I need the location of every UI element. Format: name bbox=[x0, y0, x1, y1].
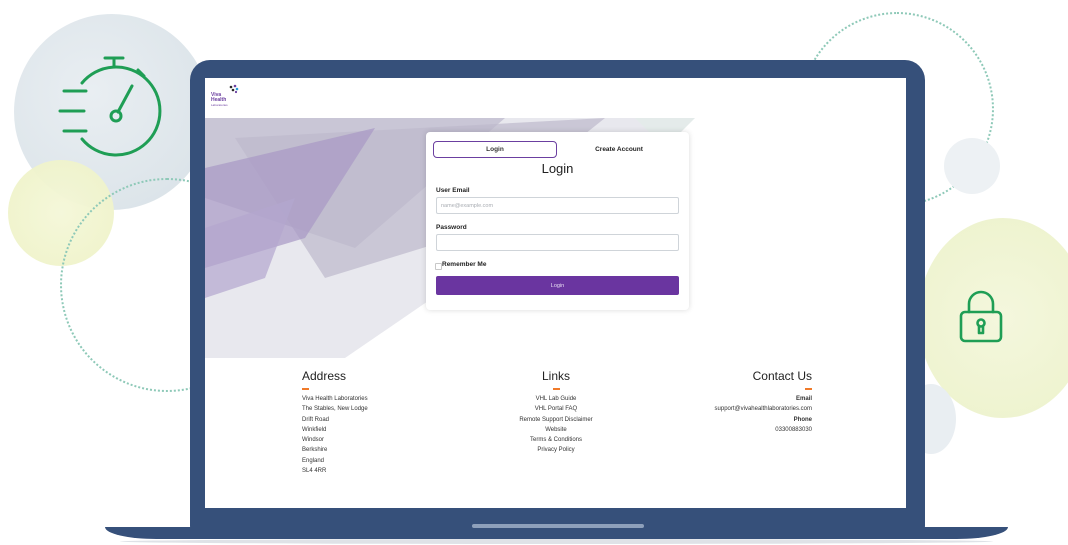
login-card: Login Create Account Login User Email na… bbox=[426, 132, 689, 310]
padlock-icon bbox=[959, 290, 1003, 343]
contact-divider bbox=[805, 388, 812, 390]
logo[interactable]: Viva Health Laboratories bbox=[211, 84, 251, 112]
contact-phone[interactable]: 03300883030 bbox=[675, 425, 812, 435]
address-title: Address bbox=[302, 369, 347, 383]
links-divider bbox=[552, 388, 560, 390]
logo-line-3: Laboratories bbox=[211, 103, 228, 107]
footer-link[interactable]: Remote Support Disclaimer bbox=[486, 415, 626, 425]
address-line: Viva Health Laboratories bbox=[302, 396, 368, 402]
login-submit-button[interactable]: Login bbox=[436, 276, 679, 295]
contact-email[interactable]: support@vivahealthlaboratories.com bbox=[675, 404, 812, 414]
footer-link[interactable]: Website bbox=[486, 425, 626, 435]
email-field[interactable]: name@example.com bbox=[436, 197, 679, 214]
links-title: Links bbox=[541, 369, 570, 383]
laptop-shadow bbox=[120, 539, 993, 544]
contact-phone-label: Phone bbox=[793, 416, 812, 423]
tab-create-account[interactable]: Create Account bbox=[569, 141, 669, 158]
footer-link[interactable]: VHL Lab Guide bbox=[486, 394, 626, 404]
email-placeholder: name@example.com bbox=[441, 202, 494, 209]
password-label: Password bbox=[436, 224, 467, 231]
footer-link[interactable]: Privacy Policy bbox=[486, 445, 626, 455]
laptop-notch bbox=[472, 524, 644, 528]
password-field[interactable] bbox=[436, 234, 679, 251]
address-line: The Stables, New Lodge bbox=[302, 406, 368, 413]
footer-link[interactable]: VHL Portal FAQ bbox=[486, 404, 626, 414]
remember-me-checkbox[interactable] bbox=[435, 263, 442, 270]
contact-email-label: Email bbox=[795, 396, 812, 402]
email-label: User Email bbox=[436, 187, 470, 194]
footer-contact: Contact Us Email support@vivahealthlabor… bbox=[675, 369, 812, 435]
decor-circle-small-right bbox=[944, 138, 1000, 194]
laptop-base bbox=[105, 527, 1008, 539]
address-line: Winkfield bbox=[302, 426, 327, 433]
remember-me-label[interactable]: Remember Me bbox=[442, 261, 486, 268]
contact-title: Contact Us bbox=[752, 369, 812, 383]
laptop-screen: Viva Health Laboratories Login Create Ac… bbox=[205, 78, 906, 508]
address-line: England bbox=[302, 457, 325, 464]
address-line: Berkshire bbox=[302, 447, 328, 454]
tab-login[interactable]: Login bbox=[433, 141, 557, 158]
address-divider bbox=[302, 388, 309, 390]
footer-address: Address Viva Health Laboratories The Sta… bbox=[302, 369, 432, 476]
footer-link[interactable]: Terms & Conditions bbox=[486, 435, 626, 445]
address-line: SL4 4RR bbox=[302, 468, 327, 475]
footer-links: Links VHL Lab Guide VHL Portal FAQ Remot… bbox=[486, 369, 626, 456]
address-line: Windsor bbox=[302, 437, 325, 444]
stopwatch-icon bbox=[58, 56, 162, 157]
login-title: Login bbox=[541, 161, 574, 176]
address-line: Drift Road bbox=[302, 416, 330, 423]
logo-dots-icon bbox=[229, 84, 239, 94]
